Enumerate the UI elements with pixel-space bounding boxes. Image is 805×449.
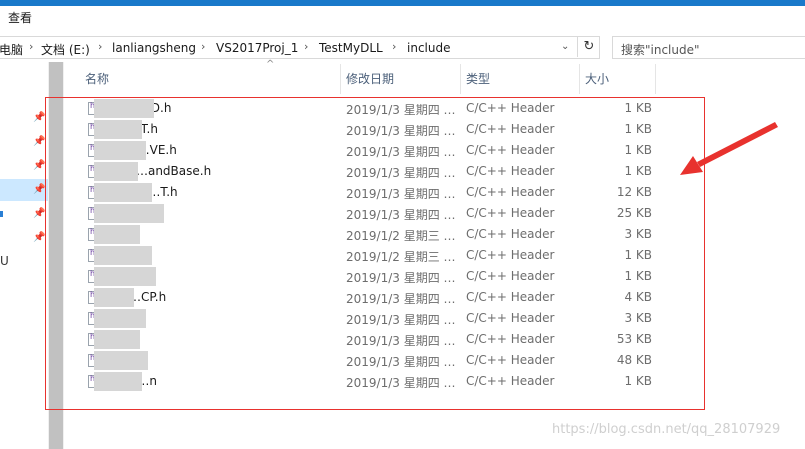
watermark: https://blog.csdn.net/qq_28107929 [552,422,781,437]
annotation-arrow [680,122,778,175]
